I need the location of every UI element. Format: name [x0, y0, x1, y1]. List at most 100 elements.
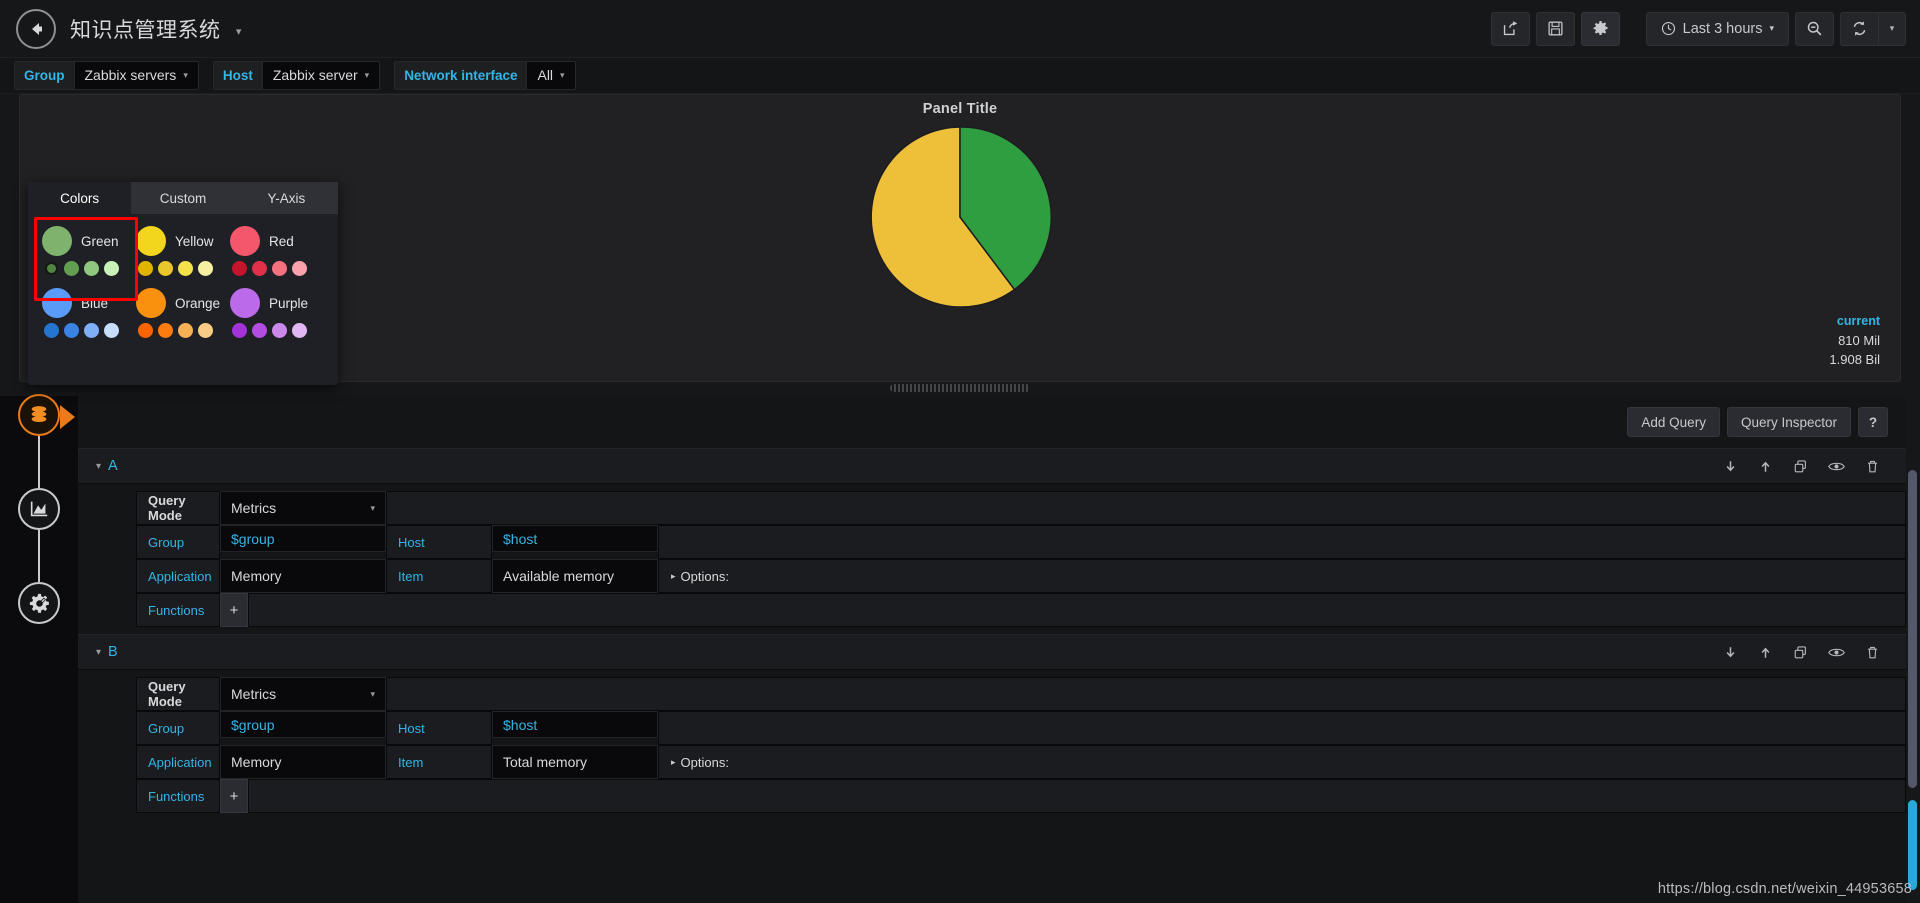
color-shade-yellow-3[interactable] [197, 261, 213, 276]
remove-query-icon[interactable] [1865, 645, 1880, 660]
color-shade-blue-1[interactable] [64, 323, 79, 338]
color-shade-green-1[interactable] [64, 261, 79, 276]
color-dot-green-main[interactable] [42, 226, 72, 256]
color-shade-red-3[interactable] [291, 261, 307, 276]
color-shade-blue-2[interactable] [84, 323, 99, 338]
color-shade-purple-0[interactable] [231, 323, 247, 338]
color-dot-blue-main[interactable] [42, 288, 72, 318]
secondary-scrollbar-thumb[interactable] [1908, 800, 1917, 890]
toggle-query-visibility-icon[interactable] [1828, 645, 1845, 660]
chevron-down-icon[interactable]: ▾ [236, 26, 242, 38]
query-a-item-input[interactable]: Available memory [492, 559, 658, 593]
panel-title[interactable]: Panel Title [20, 95, 1900, 117]
refresh-interval-dropdown[interactable]: ▾ [1878, 11, 1906, 46]
refresh-button[interactable] [1840, 11, 1878, 46]
move-query-up-icon[interactable] [1758, 645, 1773, 660]
color-dot-red-main[interactable] [229, 226, 260, 256]
page-title[interactable]: 知识点管理系统 ▾ [70, 14, 242, 44]
move-query-down-icon[interactable] [1723, 459, 1738, 474]
query-a-mode-select[interactable]: Metrics ▾ [220, 491, 386, 525]
pie-chart-svg [870, 126, 1052, 308]
color-shade-orange-1[interactable] [157, 323, 173, 338]
zoom-out-time-button[interactable] [1795, 11, 1834, 46]
sidebar-item-datasource[interactable] [18, 394, 75, 436]
time-range-picker[interactable]: Last 3 hours ▾ [1645, 11, 1789, 46]
move-query-up-icon[interactable] [1758, 459, 1773, 474]
query-b-options-toggle[interactable]: ▸ Options: [658, 745, 1906, 779]
query-a-host-input[interactable]: $host [492, 525, 658, 552]
color-dot-orange-main[interactable] [135, 288, 166, 318]
query-row-header-a[interactable]: ▾ A [78, 448, 1906, 484]
chevron-down-icon[interactable]: ▾ [96, 647, 101, 658]
color-shade-purple-1[interactable] [251, 323, 267, 338]
query-a-group-input[interactable]: $group [220, 525, 386, 552]
variable-group-value[interactable]: Zabbix servers ▾ [73, 61, 199, 90]
dashboard-settings-button[interactable] [1580, 11, 1620, 46]
color-shade-purple-3[interactable] [291, 323, 307, 338]
variable-network-interface-value[interactable]: All ▾ [526, 61, 576, 90]
remove-query-icon[interactable] [1865, 459, 1880, 474]
duplicate-query-icon[interactable] [1793, 645, 1808, 660]
color-dot-purple-main[interactable] [229, 288, 260, 318]
color-shade-yellow-2[interactable] [177, 261, 193, 276]
move-query-down-icon[interactable] [1723, 645, 1738, 660]
legend-header[interactable]: current [1750, 312, 1880, 331]
color-shade-green-0[interactable] [44, 261, 59, 276]
query-a-host-label: Host [386, 525, 492, 559]
query-b-add-function-button[interactable]: + [220, 779, 248, 813]
color-shade-orange-2[interactable] [177, 323, 193, 338]
query-b-host-input[interactable]: $host [492, 711, 658, 738]
share-dashboard-button[interactable] [1490, 11, 1530, 46]
sidebar-connector-2 [38, 530, 40, 582]
save-dashboard-button[interactable] [1535, 11, 1575, 46]
color-shade-orange-0[interactable] [137, 323, 153, 338]
query-b-group-input[interactable]: $group [220, 711, 386, 738]
panel-resize-handle[interactable] [890, 384, 1030, 392]
color-shade-yellow-0[interactable] [137, 261, 153, 276]
color-shade-green-2[interactable] [84, 261, 99, 276]
color-shade-blue-3[interactable] [104, 323, 119, 338]
trash-icon [1868, 460, 1877, 472]
query-help-button[interactable]: ? [1858, 407, 1888, 437]
tab-custom[interactable]: Custom [131, 182, 235, 214]
tab-y-axis[interactable]: Y-Axis [234, 182, 338, 214]
color-shade-red-1[interactable] [251, 261, 267, 276]
toggle-query-visibility-icon[interactable] [1828, 459, 1845, 474]
color-shade-red-2[interactable] [271, 261, 287, 276]
arrow-left-circle-icon [32, 22, 42, 35]
query-row-actions-b [1723, 645, 1906, 660]
query-b-application-input[interactable]: Memory [220, 745, 386, 779]
sidebar-item-general-settings[interactable] [18, 582, 60, 624]
color-swatch-grid: Green Yellow Red Blue Orange Purple [42, 226, 324, 350]
color-shade-orange-3[interactable] [197, 323, 213, 338]
color-shade-red-0[interactable] [231, 261, 247, 276]
sidebar-item-visualization[interactable] [18, 488, 60, 530]
page-scrollbar-thumb[interactable] [1908, 470, 1917, 788]
chevron-down-icon[interactable]: ▾ [96, 461, 101, 472]
query-a-functions-spacer [248, 593, 1906, 627]
query-b-item-input[interactable]: Total memory [492, 745, 658, 779]
query-a-add-function-button[interactable]: + [220, 593, 248, 627]
color-dot-yellow-main[interactable] [135, 226, 166, 256]
copy-icon [1794, 459, 1806, 472]
query-row-header-b[interactable]: ▾ B [78, 634, 1906, 670]
query-b-functions-spacer [248, 779, 1906, 813]
add-query-button[interactable]: Add Query [1627, 407, 1720, 437]
back-button[interactable] [16, 8, 56, 49]
variable-host-value[interactable]: Zabbix server ▾ [261, 61, 381, 90]
query-inspector-button[interactable]: Query Inspector [1726, 407, 1851, 437]
query-a-options-toggle[interactable]: ▸ Options: [658, 559, 1906, 593]
color-shade-yellow-1[interactable] [157, 261, 173, 276]
duplicate-query-icon[interactable] [1793, 459, 1808, 474]
query-a-application-input[interactable]: Memory [220, 559, 386, 593]
query-body-b: Query Mode Metrics ▾ Group $group Host $… [78, 670, 1906, 820]
query-b-mode-row: Query Mode Metrics ▾ [136, 677, 1906, 711]
color-group-green: Green [42, 226, 136, 276]
tab-colors[interactable]: Colors [28, 182, 132, 214]
color-shade-purple-2[interactable] [271, 323, 287, 338]
query-b-mode-select[interactable]: Metrics ▾ [220, 677, 386, 711]
gear-icon [1593, 21, 1608, 35]
query-letter-b: B [108, 644, 118, 660]
color-shade-blue-0[interactable] [44, 323, 59, 338]
color-shade-green-3[interactable] [104, 261, 119, 276]
